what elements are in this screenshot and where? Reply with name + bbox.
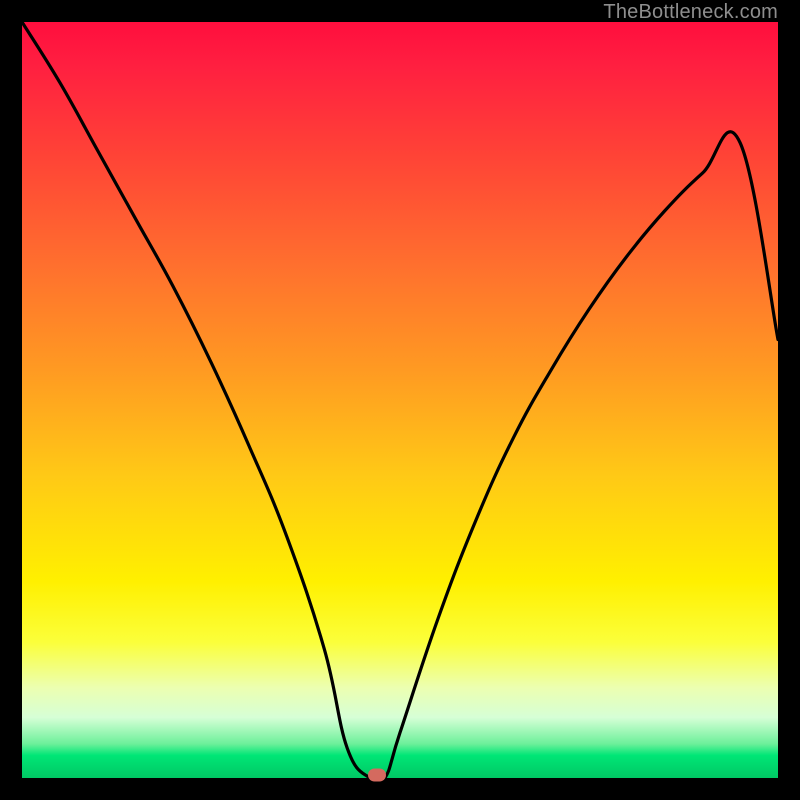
optimum-marker <box>368 769 386 782</box>
watermark-text: TheBottleneck.com <box>603 1 778 24</box>
chart-frame: TheBottleneck.com <box>0 0 800 800</box>
curve-svg <box>22 22 778 778</box>
bottleneck-curve <box>22 22 778 778</box>
plot-area <box>22 22 778 778</box>
